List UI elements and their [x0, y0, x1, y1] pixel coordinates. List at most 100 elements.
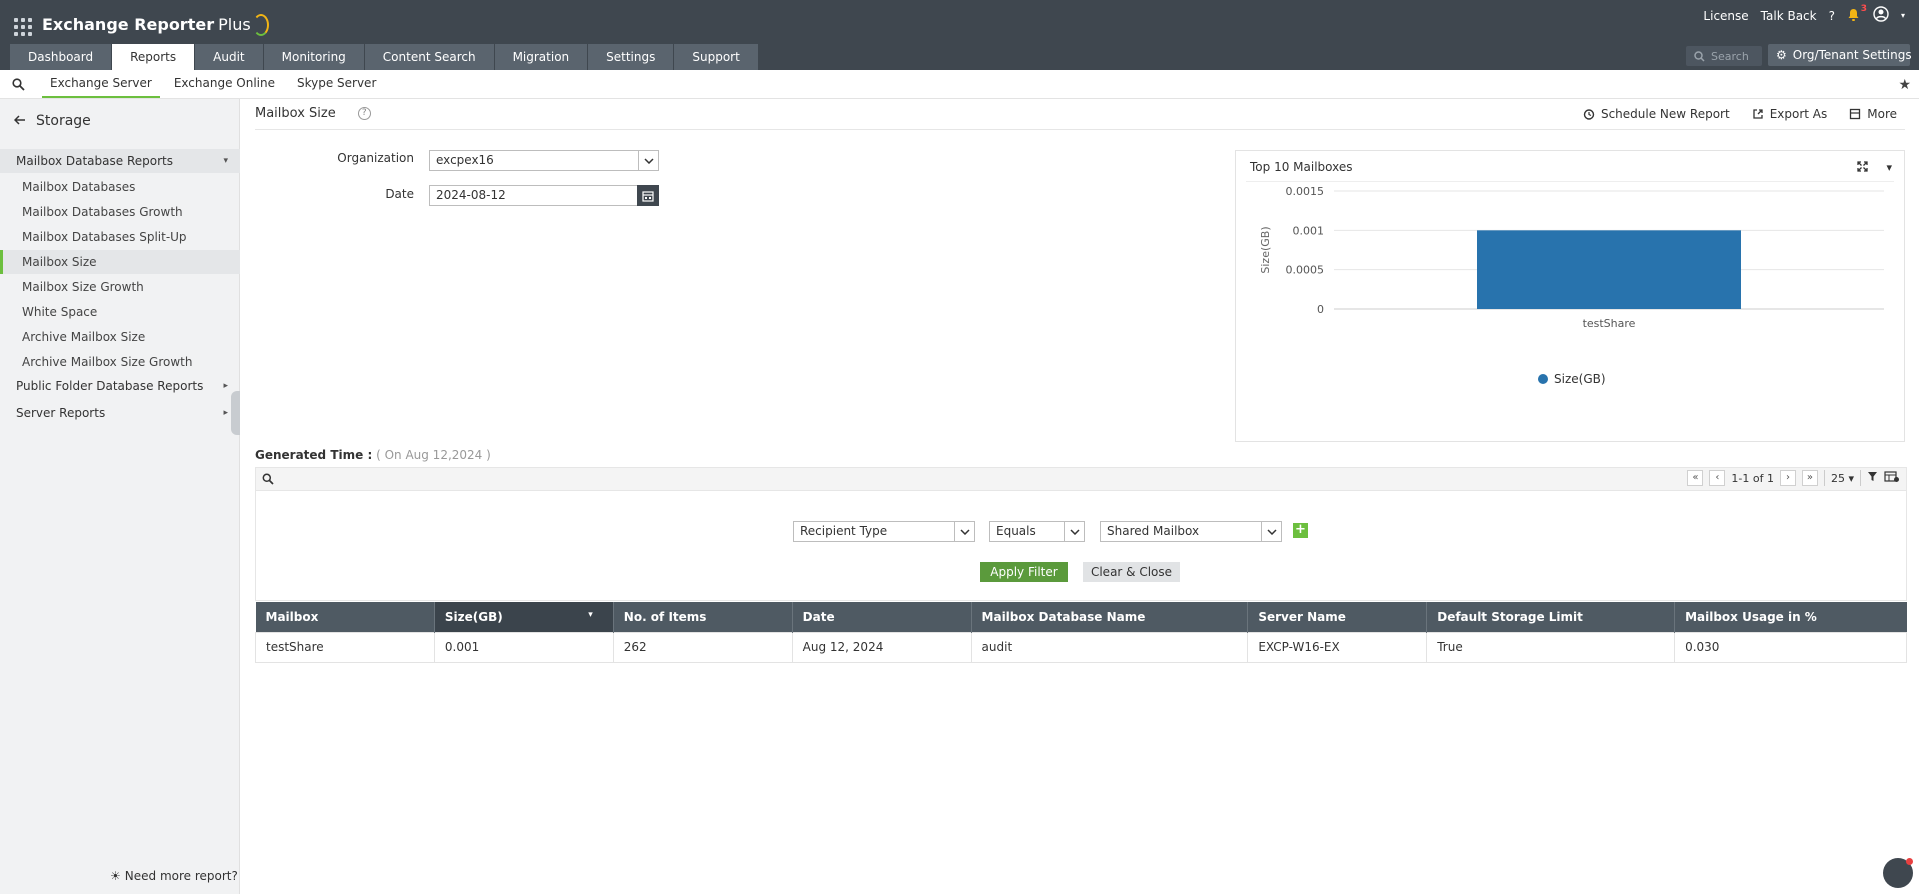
next-page-button[interactable]: ›: [1779, 470, 1796, 486]
global-search-input[interactable]: Search: [1686, 46, 1762, 66]
generated-time-label: Generated Time :: [255, 448, 373, 462]
organization-select[interactable]: excpex16: [429, 150, 659, 171]
pagination: « ‹ 1-1 of 1 › » 25 ▾: [1687, 470, 1900, 486]
tab-audit[interactable]: Audit: [195, 44, 263, 70]
mailbox-size-bar-chart: 0 0.0005 0.001 0.0015 Size(GB) testShare: [1259, 185, 1884, 330]
last-page-button[interactable]: »: [1801, 470, 1818, 486]
table-search-icon[interactable]: [262, 473, 274, 488]
schedule-label: Schedule New Report: [1600, 107, 1730, 121]
column-header-mailbox[interactable]: Mailbox: [255, 602, 435, 632]
need-more-report-link[interactable]: ☀ Need more report?: [110, 869, 238, 883]
sidebar-group-mailbox-database-reports[interactable]: Mailbox Database Reports ▾: [0, 149, 240, 173]
prev-page-button[interactable]: ‹: [1709, 470, 1726, 486]
sidebar-group-public-folder-database-reports[interactable]: Public Folder Database Reports ▸: [0, 374, 240, 398]
user-avatar-icon[interactable]: [1873, 6, 1889, 25]
logo-arc-icon: [252, 14, 269, 36]
report-search-icon[interactable]: [12, 78, 25, 94]
column-header-database[interactable]: Mailbox Database Name: [971, 602, 1249, 632]
date-label: Date: [385, 187, 414, 201]
page-size-select[interactable]: 25 ▾: [1831, 472, 1854, 485]
license-link[interactable]: License: [1703, 9, 1748, 23]
sidebar-item-white-space[interactable]: White Space: [0, 300, 240, 324]
column-header-usage[interactable]: Mailbox Usage in %: [1674, 602, 1907, 632]
title-divider: [255, 129, 1905, 130]
table-header-row: Mailbox Size(GB) ▾ No. of Items Date Mai…: [255, 602, 1907, 632]
support-chat-button[interactable]: [1883, 858, 1913, 888]
column-header-date[interactable]: Date: [792, 602, 972, 632]
sidebar-item-mailbox-size[interactable]: Mailbox Size: [0, 250, 240, 274]
sub-nav-bar: Exchange Server Exchange Online Skype Se…: [0, 70, 1919, 99]
column-header-items[interactable]: No. of Items: [613, 602, 793, 632]
expand-icon[interactable]: [1857, 161, 1869, 175]
tab-monitoring[interactable]: Monitoring: [263, 44, 364, 70]
tab-settings[interactable]: Settings: [588, 44, 674, 70]
chart-menu-caret-icon[interactable]: ▾: [1886, 161, 1892, 175]
caret-right-icon: ▸: [223, 381, 228, 391]
sidebar-item-mailbox-databases[interactable]: Mailbox Databases: [0, 175, 240, 199]
organization-value: excpex16: [436, 153, 494, 167]
tab-reports[interactable]: Reports: [112, 44, 195, 70]
sidebar-item-archive-mailbox-size[interactable]: Archive Mailbox Size: [0, 325, 240, 349]
cell-server: EXCP-W16-EX: [1247, 631, 1428, 663]
notification-bell-icon[interactable]: 3: [1847, 4, 1867, 24]
add-filter-button[interactable]: +: [1293, 523, 1308, 538]
chevron-down-icon: [954, 522, 974, 541]
apply-filter-button[interactable]: Apply Filter: [980, 562, 1068, 582]
subtab-exchange-server[interactable]: Exchange Server: [42, 70, 160, 98]
help-icon[interactable]: ?: [1829, 9, 1835, 23]
caret-down-icon: ▾: [223, 156, 228, 166]
caret-right-icon: ▸: [223, 408, 228, 418]
sidebar-item-mailbox-databases-growth[interactable]: Mailbox Databases Growth: [0, 200, 240, 224]
filter-field-select[interactable]: Recipient Type: [793, 521, 975, 542]
filter-icon[interactable]: [1867, 471, 1878, 485]
sort-desc-icon: ▾: [588, 609, 593, 620]
group-label: Server Reports: [16, 406, 106, 420]
sidebar-item-mailbox-size-growth[interactable]: Mailbox Size Growth: [0, 275, 240, 299]
sidebar-item-archive-mailbox-size-growth[interactable]: Archive Mailbox Size Growth: [0, 350, 240, 374]
cell-mailbox: testShare: [255, 631, 435, 663]
filter-operator-select[interactable]: Equals: [989, 521, 1085, 542]
user-menu-caret-icon[interactable]: ▾: [1901, 11, 1905, 20]
tab-dashboard[interactable]: Dashboard: [10, 44, 112, 70]
export-as-button[interactable]: Export As: [1752, 107, 1827, 121]
y-tick-label: 0.0005: [1286, 264, 1325, 277]
column-header-size[interactable]: Size(GB) ▾: [434, 602, 614, 632]
column-header-size-label: Size(GB): [444, 609, 503, 624]
chevron-down-icon: [1064, 522, 1084, 541]
filter-value-select[interactable]: Shared Mailbox: [1100, 521, 1282, 542]
gear-icon: ⚙: [1776, 48, 1787, 62]
column-header-server[interactable]: Server Name: [1247, 602, 1428, 632]
more-list-icon: [1850, 108, 1861, 120]
more-button[interactable]: More: [1849, 107, 1897, 121]
column-chooser-icon[interactable]: [1884, 470, 1900, 486]
help-circle-icon[interactable]: ?: [357, 107, 371, 120]
sidebar-collapse-handle[interactable]: [231, 391, 240, 435]
subtab-exchange-online[interactable]: Exchange Online: [166, 70, 283, 98]
back-to-storage[interactable]: Storage: [13, 113, 91, 129]
cell-usage: 0.030: [1674, 631, 1907, 663]
subtab-skype-server[interactable]: Skype Server: [289, 70, 384, 98]
clear-close-button[interactable]: Clear & Close: [1083, 562, 1180, 582]
app-logo[interactable]: Exchange Reporter Plus: [42, 14, 269, 36]
tab-support[interactable]: Support: [674, 44, 758, 70]
y-tick-label: 0.001: [1293, 224, 1325, 237]
schedule-new-report-button[interactable]: Schedule New Report: [1583, 107, 1730, 121]
column-header-storage-limit[interactable]: Default Storage Limit: [1426, 602, 1676, 632]
first-page-button[interactable]: «: [1687, 470, 1704, 486]
filter-value: Shared Mailbox: [1107, 524, 1200, 538]
favorite-star-icon[interactable]: ★: [1898, 77, 1911, 93]
export-icon: [1753, 109, 1763, 119]
tab-content-search[interactable]: Content Search: [364, 44, 494, 70]
sidebar-group-server-reports[interactable]: Server Reports ▸: [0, 401, 240, 425]
calendar-icon[interactable]: [637, 185, 659, 206]
app-grid-icon[interactable]: [14, 18, 32, 36]
chart-legend[interactable]: Size(GB): [1538, 372, 1606, 386]
org-tenant-settings-button[interactable]: ⚙ Org/Tenant Settings: [1768, 44, 1912, 66]
talk-back-link[interactable]: Talk Back: [1761, 9, 1817, 23]
group-label: Public Folder Database Reports: [16, 379, 204, 393]
table-row[interactable]: testShare 0.001 262 Aug 12, 2024 audit E…: [255, 631, 1907, 663]
date-input[interactable]: 2024-08-12: [429, 185, 659, 206]
sidebar-item-mailbox-databases-split-up[interactable]: Mailbox Databases Split-Up: [0, 225, 240, 249]
filter-operator-value: Equals: [996, 524, 1036, 538]
tab-migration[interactable]: Migration: [494, 44, 588, 70]
